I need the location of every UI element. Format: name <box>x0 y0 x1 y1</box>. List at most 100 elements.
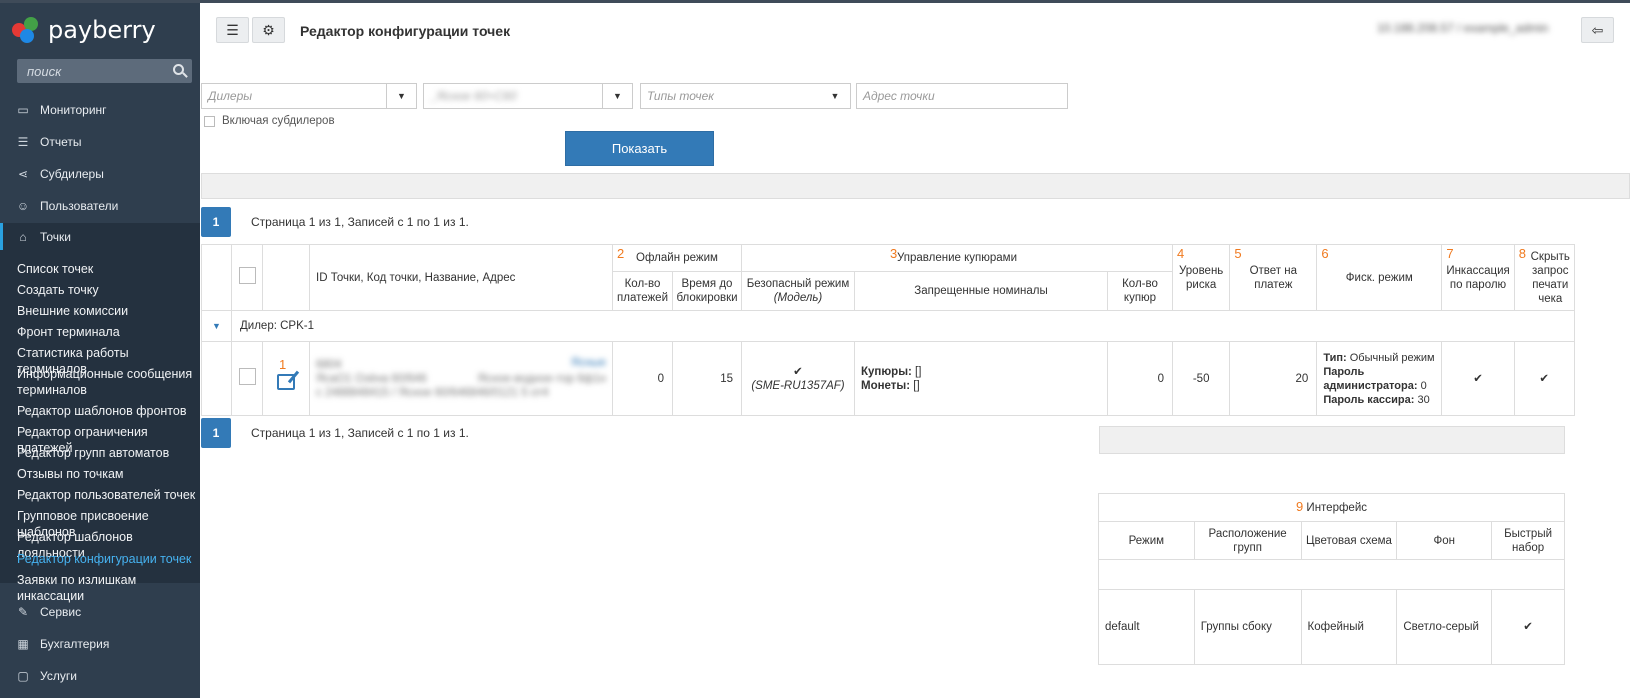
fisc-header: 6 Фиск. режим <box>1316 244 1443 311</box>
nav-users[interactable]: ☺ Пользователи <box>0 191 200 221</box>
nav-monitoring[interactable]: ▭ Мониторинг <box>0 95 200 125</box>
dealers-select[interactable]: Дилеры ▼ <box>201 83 417 109</box>
subnav-points-list[interactable]: Список точек <box>17 261 197 277</box>
menu-toggle-button[interactable]: ☰ <box>216 17 249 43</box>
select-all-checkbox[interactable] <box>238 267 256 284</box>
id-header: ID Точки, Код точки, Название, Адрес <box>309 244 613 311</box>
row-checkbox[interactable] <box>238 368 256 385</box>
search-icon[interactable] <box>173 64 184 75</box>
points-table: ID Точки, Код точки, Название, Адрес 2 Оф… <box>201 244 1575 416</box>
toolbar-bar-bottom <box>1099 426 1565 454</box>
toolbar-bar <box>201 173 1630 199</box>
subnav-terminal-front[interactable]: Фронт терминала <box>17 324 197 340</box>
subnav-config-editor[interactable]: Редактор конфигурации точек <box>17 551 197 567</box>
col-number: 3 <box>890 246 898 261</box>
search-input[interactable] <box>17 59 192 83</box>
offline-label: Офлайн режим <box>636 252 718 264</box>
wrench-icon: ✎ <box>17 605 29 619</box>
subnav-machine-groups[interactable]: Редактор групп автоматов <box>17 445 197 461</box>
sidebar: payberry ▭ Мониторинг ☰ Отчеты ⋖ Субдиле… <box>0 0 200 698</box>
tag-icon: ⌂ <box>19 230 27 244</box>
bills-label: Управление купюрами <box>896 252 1017 264</box>
page-title: Редактор конфигурации точек <box>300 23 511 39</box>
answer-label: Ответ на платеж <box>1249 264 1298 291</box>
logout-button[interactable]: ⇦ <box>1581 17 1614 43</box>
model-value: (SME-RU1357AF) <box>751 379 845 392</box>
safe-mode-header: Безопасный режим (Модель) <box>741 271 855 311</box>
row-select-cell <box>231 341 263 416</box>
fisc-type-label: Тип: <box>1323 351 1347 364</box>
logo-text: payberry <box>48 16 156 44</box>
dealer-label: Дилер: CPK-1 <box>231 310 1575 342</box>
count-pay-header: Кол-во платежей <box>612 271 673 311</box>
subnav-point-reviews[interactable]: Отзывы по точкам <box>17 466 197 482</box>
fisc-label: Фиск. режим <box>1345 271 1413 284</box>
chevron-down-icon[interactable]: ▼ <box>820 84 850 108</box>
subnav-info-messages[interactable]: Информационные сообщения терминалов <box>17 366 197 398</box>
chevron-down-icon[interactable]: ▼ <box>386 84 416 108</box>
hide-value: ✔ <box>1513 341 1575 416</box>
share-icon: ⋖ <box>17 167 29 181</box>
iface-groups-value: Группы сбоку <box>1193 589 1302 665</box>
collapse-icon[interactable]: ▼ <box>201 310 232 342</box>
iface-color-value: Кофейный <box>1300 589 1398 665</box>
point-meta[interactable]: Ясные <box>571 356 606 370</box>
gear-icon: ⚙ <box>262 21 275 38</box>
model-label: (Модель) <box>773 292 823 304</box>
hide-header: 8 Скрыть запрос печати чека <box>1513 244 1575 311</box>
bills-header: 3 Управление купюрами <box>741 244 1173 272</box>
subnav-external-commissions[interactable]: Внешние комиссии <box>17 303 197 319</box>
fisc-cashier-label: Пароль кассира: <box>1323 393 1415 406</box>
dealer-group-row: ▼ Дилер: CPK-1 <box>201 310 1575 342</box>
subnav-front-templates[interactable]: Редактор шаблонов фронтов <box>17 403 197 419</box>
point-types-placeholder: Типы точек <box>647 89 714 103</box>
point-meta-2: Ясное-водное-тор 6ф1н <box>477 373 606 385</box>
nav-label: Мониторинг <box>40 103 107 117</box>
points-select[interactable]: _Ясное 60+С60 ▼ <box>423 83 633 109</box>
iface-mode-header: Режим <box>1098 521 1195 560</box>
iface-color-header: Цветовая схема <box>1300 521 1398 560</box>
col-number: 2 <box>617 246 625 261</box>
fisc-admin-value: 0 <box>1417 379 1427 392</box>
block-time-value: 15 <box>672 341 742 416</box>
edit-header <box>262 244 310 311</box>
col-number: 6 <box>1321 246 1329 261</box>
answer-value: 20 <box>1229 341 1318 416</box>
address-input[interactable]: Адрес точки <box>856 83 1068 109</box>
nav-subdealers[interactable]: ⋖ Субдилеры <box>0 159 200 189</box>
interface-header: 9 Интерфейс <box>1098 493 1565 522</box>
point-id: 6804 <box>316 358 342 371</box>
nav-points[interactable]: ⌂ Точки <box>0 223 200 251</box>
include-subdealers-checkbox[interactable] <box>204 115 215 127</box>
nav-reports[interactable]: ☰ Отчеты <box>0 127 200 157</box>
expand-header <box>201 244 232 311</box>
nav-accounting[interactable]: ▦ Бухгалтерия <box>0 629 200 659</box>
pager-page-1[interactable]: 1 <box>201 207 231 237</box>
nav-service[interactable]: ✎ Сервис <box>0 597 200 627</box>
subnav-point-users[interactable]: Редактор пользователей точек <box>17 487 197 503</box>
chevron-down-icon[interactable]: ▼ <box>602 84 632 108</box>
nav-services[interactable]: ▢ Услуги <box>0 661 200 691</box>
logo[interactable]: payberry <box>12 13 156 47</box>
settings-button[interactable]: ⚙ <box>252 17 285 43</box>
point-types-select[interactable]: Типы точек ▼ <box>640 83 851 109</box>
table-row: default Группы сбоку Кофейный Светло-сер… <box>1098 589 1565 665</box>
interface-title: Интерфейс <box>1306 502 1367 514</box>
fisc-cashier-value: 30 <box>1414 393 1430 406</box>
fisc-cell: Тип: Обычный режим Пароль администратора… <box>1316 341 1443 416</box>
forbidden-header: Запрещенные номиналы <box>854 271 1108 311</box>
logo-mark-icon <box>12 15 42 45</box>
pager-page-1-bottom[interactable]: 1 <box>201 418 231 448</box>
edit-icon[interactable] <box>277 373 295 390</box>
show-button[interactable]: Показать <box>565 131 714 166</box>
users-icon: ☺ <box>16 199 30 213</box>
subnav-create-point[interactable]: Создать точку <box>17 282 197 298</box>
collection-label: Инкассация по паролю <box>1446 264 1510 291</box>
include-subdealers-label: Включая субдилеров <box>222 115 335 127</box>
safe-mode-cell: ✔ (SME-RU1357AF) <box>741 341 855 416</box>
safe-mode-label: Безопасный режим <box>746 278 850 290</box>
list-icon: ☰ <box>17 135 29 149</box>
col-number: 9 <box>1295 499 1304 514</box>
include-subdealers[interactable]: Включая субдилеров <box>204 115 335 127</box>
count-bills-value: 0 <box>1107 341 1173 416</box>
